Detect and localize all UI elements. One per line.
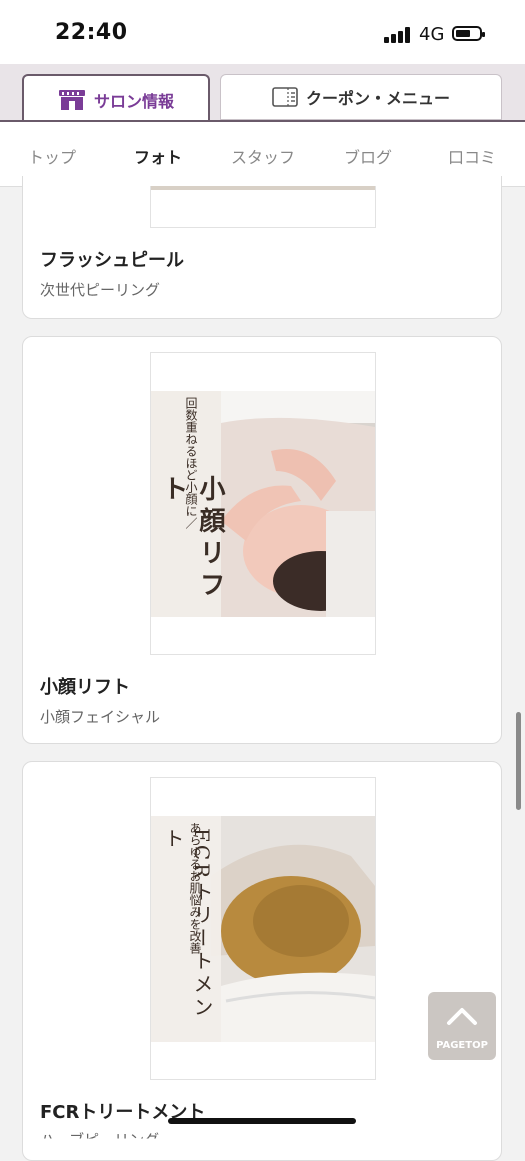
photo-frame: 回数重ねるほど小顔に／ 小顔リフト [150,352,376,655]
main-tab-bar: サロン情報 クーポン・メニュー [0,64,525,124]
subnav-photo[interactable]: フォト [134,144,182,168]
pagetop-label: PAGETOP [436,1040,488,1051]
photo-image: 回数重ねるほど小顔に／ 小顔リフト [151,391,375,617]
tab-coupon-menu[interactable]: クーポン・メニュー [220,74,502,120]
battery-icon [452,26,485,41]
subnav-blog[interactable]: ブログ [344,144,392,168]
tab-label: サロン情報 [93,92,174,111]
card-title: 小顔リフト [40,677,130,698]
photo-image: あらゆるお肌悩みを改善 FCRトリートメント [151,816,375,1042]
photo-frame [150,186,376,228]
photo-card[interactable]: あらゆるお肌悩みを改善 FCRトリートメント FCRトリートメント ハーブピーリ… [22,761,502,1161]
subnav-staff[interactable]: スタッフ [231,144,295,168]
document-icon [272,87,298,107]
tab-label: クーポン・メニュー [305,89,450,108]
image-headline: 小顔リフト [158,475,225,603]
network-type: 4G [419,24,445,45]
signal-icon [384,27,412,43]
image-headline: FCRトリートメント [161,828,214,1020]
scrollbar[interactable] [516,712,521,810]
status-time: 22:40 [55,20,128,45]
photo-frame: あらゆるお肌悩みを改善 FCRトリートメント [150,777,376,1080]
card-subtitle: ハーブピーリング [40,1131,160,1149]
subnav-reviews[interactable]: 口コミ [448,144,496,168]
card-subtitle: 次世代ピーリング [40,281,161,299]
subnav-top[interactable]: トップ [28,144,76,168]
home-indicator [168,1118,356,1124]
chevron-up-icon [447,1008,477,1025]
status-bar: 22:40 4G [0,0,525,64]
photo-card[interactable]: 回数重ねるほど小顔に／ 小顔リフト 小顔リフト 小顔フェイシャル [22,336,502,744]
card-title: フラッシュピール [40,250,184,271]
photo-card[interactable]: フラッシュピール 次世代ピーリング [22,176,502,319]
shop-icon [58,90,85,110]
card-subtitle: 小顔フェイシャル [40,708,161,726]
pagetop-button[interactable]: PAGETOP [428,992,496,1060]
photo-image [151,186,375,190]
tab-salon-info[interactable]: サロン情報 [22,74,210,124]
